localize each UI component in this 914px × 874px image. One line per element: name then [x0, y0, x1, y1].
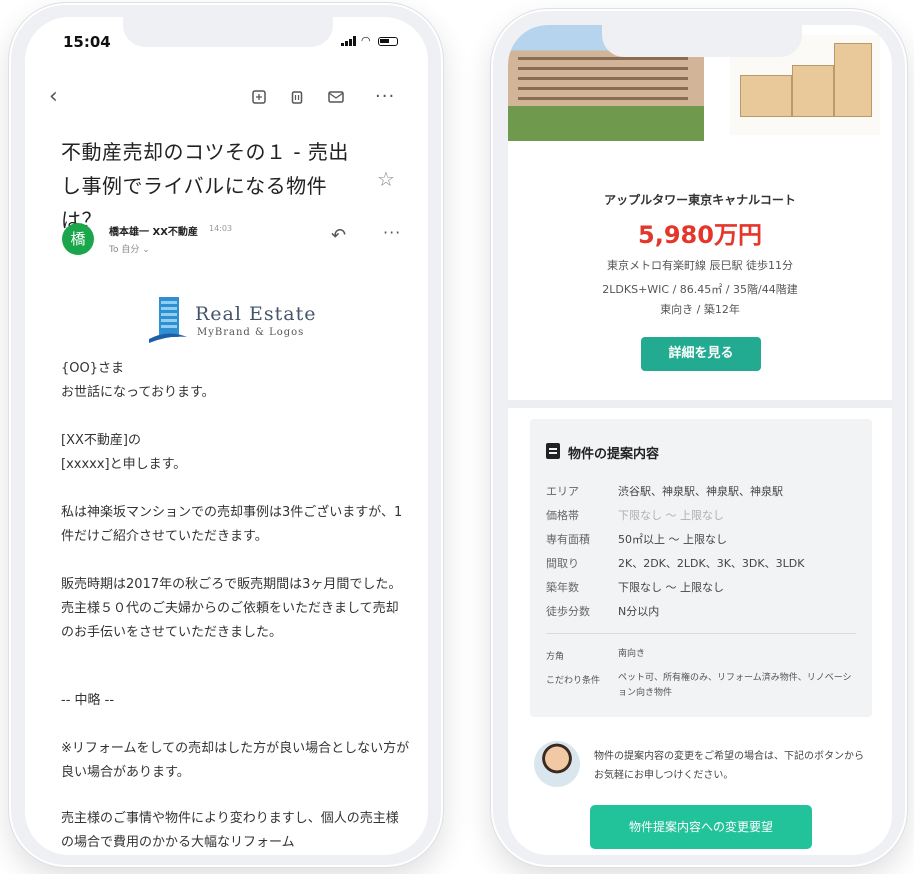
condition-value: 下限なし 〜 上限なし [618, 581, 724, 594]
signal-icon [341, 36, 356, 46]
condition-label: 方角 [546, 652, 565, 662]
property-screen: アップルタワー東京キャナルコート 5,980万円 東京メトロ有楽町線 辰巳駅 徒… [508, 25, 892, 855]
view-details-button[interactable]: 詳細を見る [641, 337, 761, 371]
condition-label: 間取り [546, 557, 579, 570]
clipboard-icon [546, 443, 560, 459]
email-paragraph: 売主様のご事情や物件により変わりますし、個人の売主様の場合で費用のかかる大幅なリ… [61, 811, 399, 850]
condition-value: 渋谷駅、神泉駅、神泉駅、神泉駅 [618, 485, 783, 498]
logo-subtitle: MyBrand & Logos [197, 327, 305, 338]
message-more-icon[interactable]: ··· [383, 223, 401, 242]
email-paragraph: {OO}さま お世話になっております。 [61, 361, 215, 400]
property-orientation: 東向き / 築12年 [660, 303, 740, 316]
email-paragraph: 販売時期は2017年の秋ごろで販売期間は3ヶ月間でした。売主様５０代のご夫婦から… [61, 577, 402, 640]
proposal-title: 物件の提案内容 [568, 447, 660, 462]
sender-time: 14:03 [209, 224, 233, 233]
condition-label: エリア [546, 485, 579, 498]
condition-value: N分以内 [618, 605, 660, 618]
property-spec: 2LDKS+WIC / 86.45㎡ / 35階/44階建 [602, 283, 798, 296]
condition-label: こだわり条件 [546, 676, 601, 686]
email-paragraph: [XX不動産]の [xxxxx]と申します。 [61, 433, 187, 472]
phone-notch [123, 17, 333, 47]
condition-label: 専有面積 [546, 533, 590, 546]
email-subject: 不動産売却のコツその１ - 売出し事例でライバルになる物件は？ [61, 140, 349, 232]
condition-label: 価格帯 [546, 509, 579, 522]
reply-icon[interactable]: ↶ [331, 225, 346, 246]
property-name: アップルタワー東京キャナルコート [604, 193, 796, 207]
proposal-panel: 物件の提案内容 エリア 渋谷駅、神泉駅、神泉駅、神泉駅 価格帯 下限なし 〜 上… [530, 419, 872, 717]
change-request-note: 物件の提案内容の変更をご希望の場合は、下記のボタンからお気軽にお申しつけください… [594, 751, 864, 781]
star-icon[interactable]: ☆ [377, 167, 395, 191]
more-options-icon[interactable]: ··· [375, 87, 395, 107]
property-price: 5,980万円 [638, 221, 762, 249]
condition-label: 徒歩分数 [546, 605, 590, 618]
recipient-line[interactable]: To 自分 ⌄ [109, 242, 150, 255]
status-icons: ◠ [341, 34, 398, 47]
mail-icon[interactable] [327, 89, 345, 110]
agent-avatar [534, 741, 580, 787]
status-time: 15:04 [63, 33, 111, 51]
condition-divider [546, 633, 856, 634]
email-phone-frame: 15:04 ◠ ‹ ··· 不動産売却のコツその１ - 売出し事例でライバルにな… [8, 2, 444, 868]
sender-name: 橋本雄一 XX不動産 [109, 227, 198, 238]
building-logo-icon [149, 297, 187, 343]
email-paragraph: 私は神楽坂マンションでの売却事例は3件ございますが、1件だけご紹介させていただき… [61, 505, 403, 544]
section-divider [508, 400, 892, 408]
email-paragraph: -- 中略 -- [61, 693, 115, 708]
phone-notch [602, 25, 802, 57]
property-phone-frame: アップルタワー東京キャナルコート 5,980万円 東京メトロ有楽町線 辰巳駅 徒… [490, 8, 908, 868]
battery-icon [378, 36, 398, 46]
condition-value: 2K、2DK、2LDK、3K、3DK、3LDK [618, 557, 805, 570]
condition-value: 下限なし 〜 上限なし [618, 509, 724, 522]
trash-icon[interactable] [289, 89, 305, 110]
sender-avatar: 橋 [62, 223, 94, 255]
email-paragraph: ※リフォームをしての売却はした方が良い場合としない方が良い場合があります。 [61, 741, 410, 780]
back-arrow-icon[interactable]: ‹ [49, 86, 58, 108]
condition-value: ペット可、所有権のみ、リフォーム済み物件、リノベーション向き物件 [618, 673, 852, 698]
condition-label: 築年数 [546, 581, 579, 594]
email-screen: 15:04 ◠ ‹ ··· 不動産売却のコツその１ - 売出し事例でライバルにな… [25, 17, 428, 855]
condition-value: 南向き [618, 649, 646, 659]
archive-icon[interactable] [251, 89, 267, 110]
logo-title: Real Estate [195, 303, 317, 325]
change-request-button[interactable]: 物件提案内容への変更要望 [590, 805, 812, 849]
property-station: 東京メトロ有楽町線 辰巳駅 徒歩11分 [607, 259, 793, 272]
wifi-icon: ◠ [361, 34, 371, 47]
condition-value: 50㎡以上 〜 上限なし [618, 533, 727, 546]
